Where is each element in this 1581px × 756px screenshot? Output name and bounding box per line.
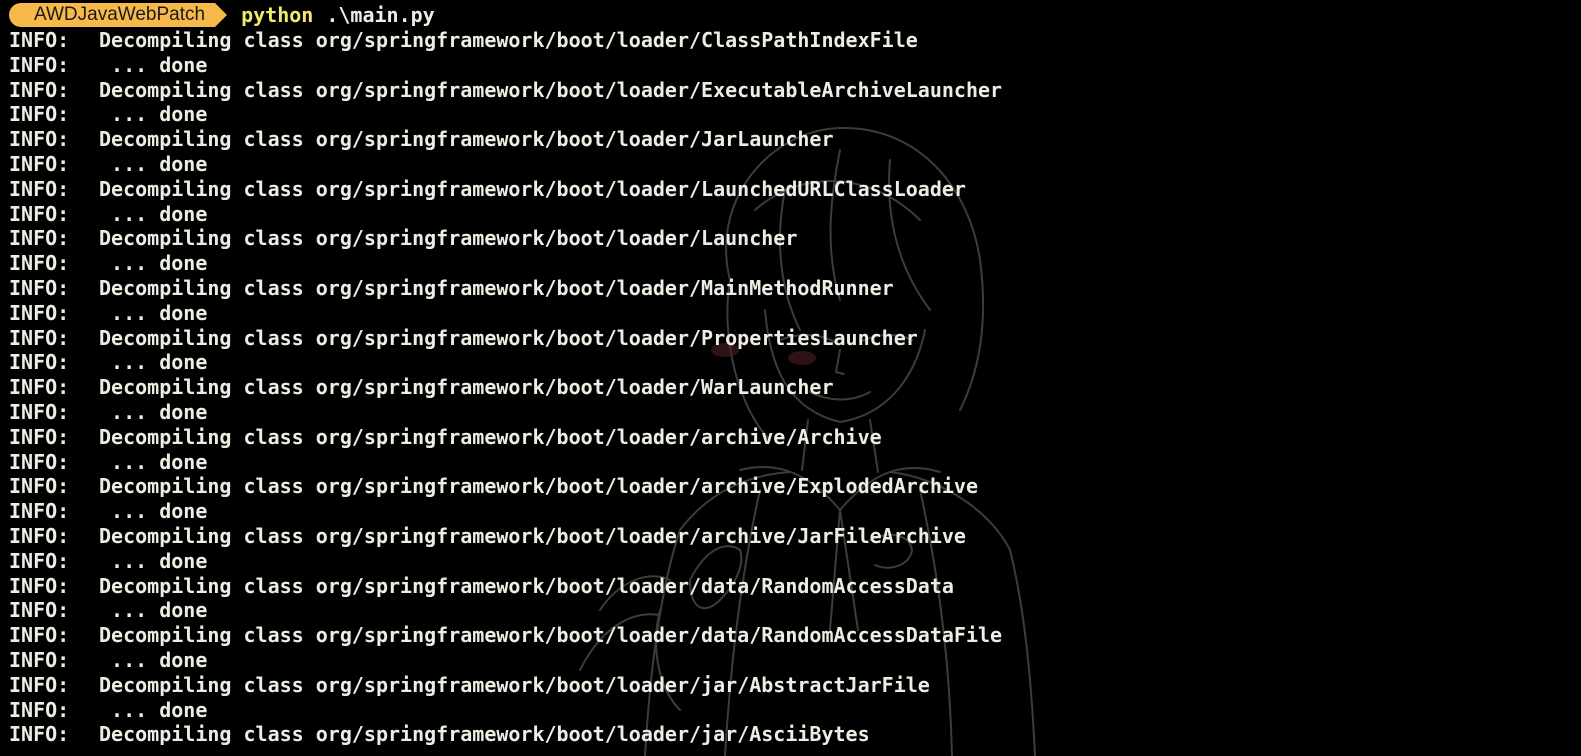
log-line: INFO: ... done bbox=[9, 549, 1002, 574]
log-level: INFO: bbox=[9, 151, 70, 176]
log-message: Decompiling class org/springframework/bo… bbox=[99, 424, 882, 449]
prompt-badge-label: AWDJavaWebPatch bbox=[9, 3, 216, 27]
log-message: Decompiling class org/springframework/bo… bbox=[99, 573, 954, 598]
log-line: INFO: ... done bbox=[9, 648, 1002, 673]
log-level: INFO: bbox=[9, 226, 70, 251]
log-level: INFO: bbox=[9, 275, 70, 300]
log-level: INFO: bbox=[9, 52, 70, 77]
log-line: INFO: Decompiling class org/springframewo… bbox=[9, 574, 1002, 599]
log-level: INFO: bbox=[9, 102, 70, 127]
log-level: INFO: bbox=[9, 548, 70, 573]
log-level: INFO: bbox=[9, 77, 70, 102]
log-level: INFO: bbox=[9, 176, 70, 201]
log-message: ... done bbox=[99, 102, 208, 127]
log-line: INFO: Decompiling class org/springframewo… bbox=[9, 177, 1002, 202]
log-message: Decompiling class org/springframework/bo… bbox=[99, 275, 894, 300]
log-message: ... done bbox=[99, 201, 208, 226]
log-line: INFO: Decompiling class org/springframewo… bbox=[9, 623, 1002, 648]
log-level: INFO: bbox=[9, 722, 70, 747]
log-output: INFO: Decompiling class org/springframewo… bbox=[9, 28, 1002, 747]
log-level: INFO: bbox=[9, 449, 70, 474]
log-message: ... done bbox=[99, 697, 208, 722]
prompt-badge: AWDJavaWebPatch bbox=[9, 3, 228, 27]
log-level: INFO: bbox=[9, 251, 70, 276]
log-level: INFO: bbox=[9, 424, 70, 449]
log-message: ... done bbox=[99, 399, 208, 424]
log-message: ... done bbox=[99, 151, 208, 176]
log-level: INFO: bbox=[9, 598, 70, 623]
log-level: INFO: bbox=[9, 647, 70, 672]
log-line: INFO: ... done bbox=[9, 53, 1002, 78]
log-line: INFO: ... done bbox=[9, 102, 1002, 127]
log-level: INFO: bbox=[9, 201, 70, 226]
log-level: INFO: bbox=[9, 350, 70, 375]
log-message: ... done bbox=[99, 548, 208, 573]
log-message: ... done bbox=[99, 350, 208, 375]
log-level: INFO: bbox=[9, 573, 70, 598]
prompt-argument: .\main.py bbox=[326, 3, 435, 27]
log-message: ... done bbox=[99, 251, 208, 276]
log-message: ... done bbox=[99, 52, 208, 77]
log-line: INFO: Decompiling class org/springframewo… bbox=[9, 474, 1002, 499]
log-line: INFO: Decompiling class org/springframewo… bbox=[9, 127, 1002, 152]
log-level: INFO: bbox=[9, 325, 70, 350]
log-line: INFO: Decompiling class org/springframewo… bbox=[9, 276, 1002, 301]
log-line: INFO: Decompiling class org/springframewo… bbox=[9, 524, 1002, 549]
log-line: INFO: ... done bbox=[9, 400, 1002, 425]
log-line: INFO: Decompiling class org/springframewo… bbox=[9, 226, 1002, 251]
prompt-command: python bbox=[241, 3, 314, 27]
log-level: INFO: bbox=[9, 697, 70, 722]
log-message: Decompiling class org/springframework/bo… bbox=[99, 176, 966, 201]
log-line: INFO: ... done bbox=[9, 350, 1002, 375]
log-line: INFO: ... done bbox=[9, 598, 1002, 623]
log-line: INFO: ... done bbox=[9, 202, 1002, 227]
log-line: INFO: Decompiling class org/springframewo… bbox=[9, 673, 1002, 698]
log-message: Decompiling class org/springframework/bo… bbox=[99, 623, 1003, 648]
log-line: INFO: Decompiling class org/springframewo… bbox=[9, 28, 1002, 53]
log-line: INFO: Decompiling class org/springframewo… bbox=[9, 425, 1002, 450]
log-level: INFO: bbox=[9, 399, 70, 424]
log-line: INFO: Decompiling class org/springframewo… bbox=[9, 375, 1002, 400]
log-message: ... done bbox=[99, 598, 208, 623]
log-message: Decompiling class org/springframework/bo… bbox=[99, 672, 930, 697]
log-message: ... done bbox=[99, 647, 208, 672]
log-message: Decompiling class org/springframework/bo… bbox=[99, 325, 918, 350]
log-message: ... done bbox=[99, 449, 208, 474]
log-line: INFO: ... done bbox=[9, 499, 1002, 524]
log-level: INFO: bbox=[9, 474, 70, 499]
log-line: INFO: ... done bbox=[9, 301, 1002, 326]
log-message: ... done bbox=[99, 499, 208, 524]
log-line: INFO: ... done bbox=[9, 450, 1002, 475]
log-level: INFO: bbox=[9, 28, 70, 52]
log-line: INFO: Decompiling class org/springframewo… bbox=[9, 722, 1002, 747]
log-message: Decompiling class org/springframework/bo… bbox=[99, 474, 978, 499]
log-level: INFO: bbox=[9, 375, 70, 400]
prompt-badge-arrow-icon bbox=[215, 3, 228, 27]
shell-prompt: AWDJavaWebPatch python .\main.py bbox=[9, 3, 435, 27]
log-line: INFO: ... done bbox=[9, 152, 1002, 177]
log-line: INFO: ... done bbox=[9, 698, 1002, 723]
log-message: Decompiling class org/springframework/bo… bbox=[99, 77, 1003, 102]
log-message: Decompiling class org/springframework/bo… bbox=[99, 523, 966, 548]
log-level: INFO: bbox=[9, 672, 70, 697]
log-level: INFO: bbox=[9, 127, 70, 152]
log-level: INFO: bbox=[9, 523, 70, 548]
log-line: INFO: Decompiling class org/springframewo… bbox=[9, 326, 1002, 351]
log-message: Decompiling class org/springframework/bo… bbox=[99, 722, 870, 747]
log-level: INFO: bbox=[9, 499, 70, 524]
log-level: INFO: bbox=[9, 623, 70, 648]
log-message: Decompiling class org/springframework/bo… bbox=[99, 127, 834, 152]
log-message: ... done bbox=[99, 300, 208, 325]
log-message: Decompiling class org/springframework/bo… bbox=[99, 28, 918, 52]
log-line: INFO: Decompiling class org/springframewo… bbox=[9, 78, 1002, 103]
terminal-window[interactable]: AWDJavaWebPatch python .\main.py INFO: De… bbox=[0, 0, 1581, 756]
log-message: Decompiling class org/springframework/bo… bbox=[99, 375, 834, 400]
log-message: Decompiling class org/springframework/bo… bbox=[99, 226, 798, 251]
log-line: INFO: ... done bbox=[9, 251, 1002, 276]
log-level: INFO: bbox=[9, 300, 70, 325]
